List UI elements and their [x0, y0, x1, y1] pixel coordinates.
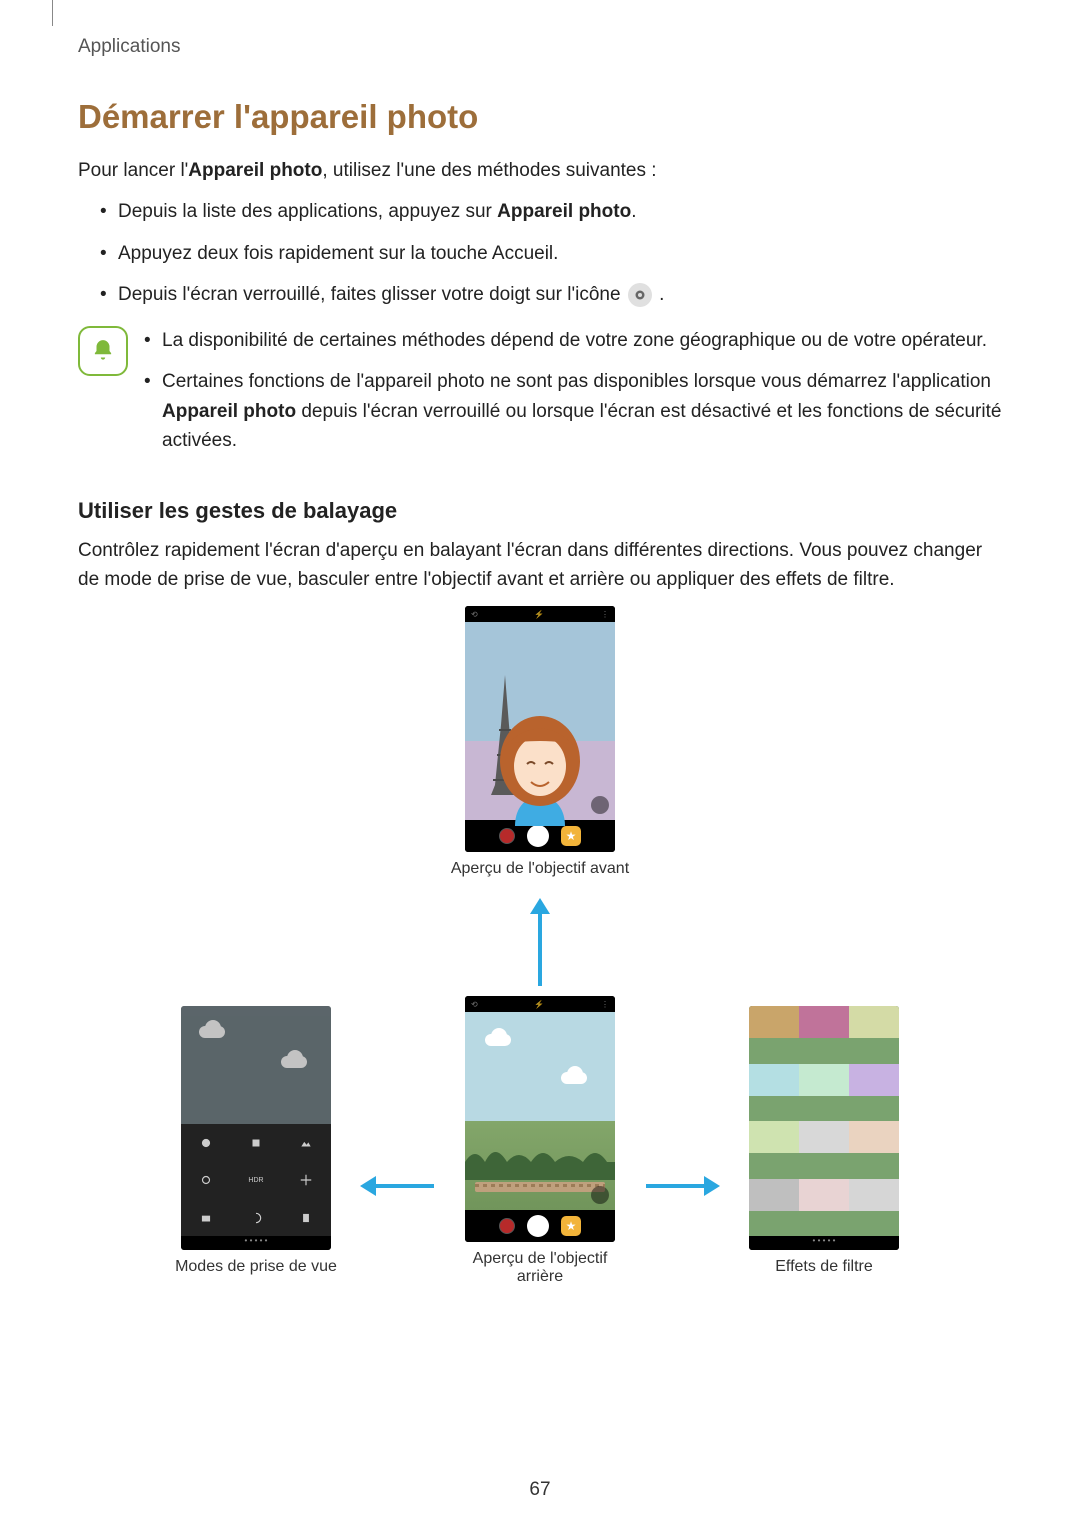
subsection-title: Utiliser les gestes de balayage [78, 498, 1002, 524]
note-item: Certaines fonctions de l'appareil photo … [144, 367, 1002, 455]
intro-pre: Pour lancer l' [78, 160, 188, 181]
li3-post: . [659, 284, 664, 305]
effects-button-icon: ★ [561, 1216, 581, 1236]
phone-front-preview: ⟲ ⚡ ⋮ [450, 606, 630, 878]
caption-modes: Modes de prise de vue [175, 1258, 337, 1276]
caption-rear: Aperçu de l'objectif arrière [450, 1250, 630, 1286]
camera-icon [628, 283, 652, 307]
n2-pre: Certaines fonctions de l'appareil photo … [162, 371, 991, 392]
shutter-button-icon [527, 825, 549, 847]
phone-modes-preview: HDR • • • • • Modes de prise de vue [166, 1006, 346, 1276]
camera-topbar: ⟲ ⚡ ⋮ [465, 996, 615, 1012]
note-item: La disponibilité de certaines méthodes d… [144, 326, 1002, 355]
arrow-left-icon [346, 1170, 450, 1202]
li3-pre: Depuis l'écran verrouillé, faites glisse… [118, 284, 626, 305]
li1-bold: Appareil photo [497, 201, 631, 222]
hdr-icon: ⟲ [471, 1000, 478, 1009]
record-button-icon [499, 1218, 515, 1234]
camera-topbar: ⟲ ⚡ ⋮ [465, 606, 615, 622]
breadcrumb: Applications [78, 36, 1002, 58]
hdr-icon: ⟲ [471, 610, 478, 619]
shutter-button-icon [527, 1215, 549, 1237]
launch-methods-list: Depuis la liste des applications, appuye… [100, 197, 1002, 309]
li1-post: . [631, 201, 636, 222]
portrait-illustration [485, 706, 595, 826]
page-number: 67 [0, 1479, 1080, 1501]
modes-grid: HDR [181, 1124, 331, 1236]
li1-pre: Depuis la liste des applications, appuye… [118, 201, 497, 222]
intro-bold: Appareil photo [188, 160, 322, 181]
section-title: Démarrer l'appareil photo [78, 98, 1002, 136]
phone-filters-preview: • • • • • Effets de filtre [734, 1006, 914, 1276]
list-item: Depuis l'écran verrouillé, faites glisse… [100, 280, 1002, 309]
menu-icon: ⋮ [601, 1000, 609, 1009]
intro-post: , utilisez l'une des méthodes suivantes … [322, 160, 656, 181]
note-icon [78, 326, 128, 376]
caption-filters: Effets de filtre [775, 1258, 873, 1276]
filters-grid [749, 1006, 899, 1236]
phone-rear-preview: ⟲ ⚡ ⋮ [450, 996, 630, 1286]
flash-icon: ⚡ [534, 610, 544, 619]
menu-icon: ⋮ [601, 610, 609, 619]
arrow-up-icon [524, 898, 556, 988]
flash-icon: ⚡ [534, 1000, 544, 1009]
record-button-icon [499, 828, 515, 844]
swipe-intro-text: Contrôlez rapidement l'écran d'aperçu en… [78, 536, 1002, 595]
note-block: La disponibilité de certaines méthodes d… [78, 326, 1002, 468]
switch-camera-icon [591, 1186, 609, 1204]
shutter-row: ★ [465, 1210, 615, 1242]
arrow-right-icon [630, 1170, 734, 1202]
caption-front: Aperçu de l'objectif avant [451, 860, 629, 878]
switch-camera-icon [591, 796, 609, 814]
list-item: Appuyez deux fois rapidement sur la touc… [100, 239, 1002, 268]
effects-button-icon: ★ [561, 826, 581, 846]
n2-bold: Appareil photo [162, 401, 296, 422]
swipe-diagram: ⟲ ⚡ ⋮ [78, 606, 1002, 1286]
list-item: Depuis la liste des applications, appuye… [100, 197, 1002, 226]
intro-text: Pour lancer l'Appareil photo, utilisez l… [78, 156, 1002, 185]
